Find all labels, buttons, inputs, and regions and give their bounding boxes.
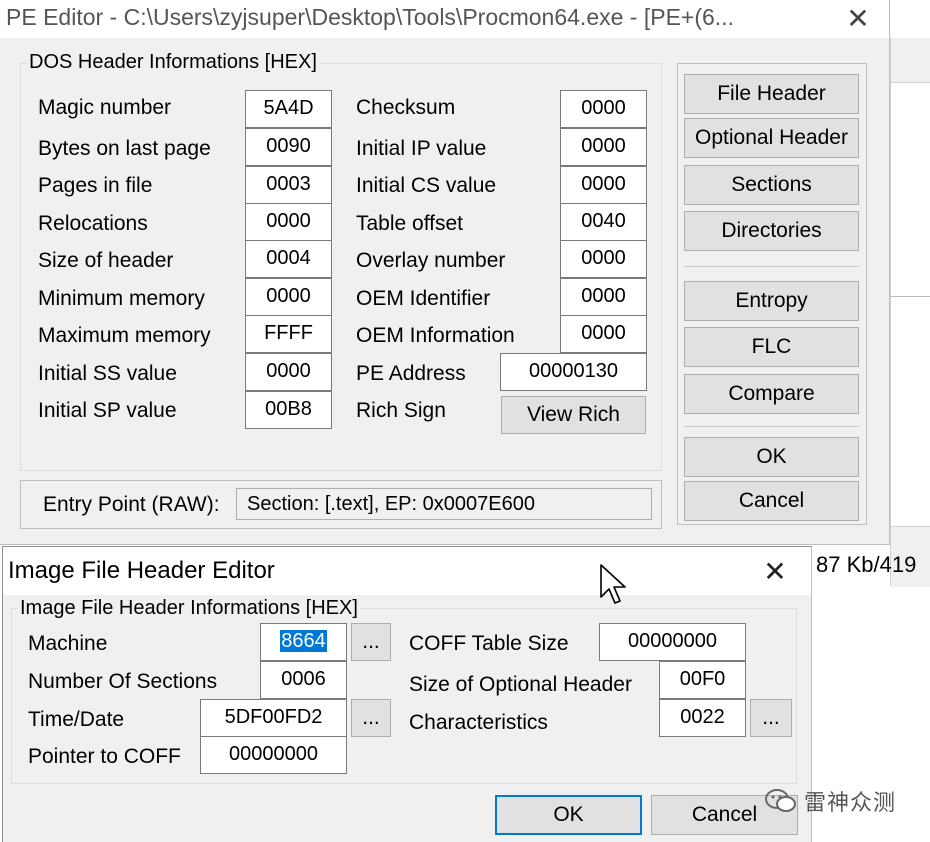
maximum-memory-field[interactable]: FFFF (245, 315, 332, 353)
ifh-ok-button[interactable]: OK (495, 795, 642, 835)
field-label: Initial IP value (356, 137, 487, 160)
field-label: PE Address (356, 362, 466, 385)
dos-header-group-title: DOS Header Informations [HEX] (27, 51, 319, 74)
file-header-button[interactable]: File Header (684, 74, 859, 114)
characteristics-field[interactable]: 0022 (659, 699, 746, 737)
image-file-header-window: Image File Header Editor ✕ Image File He… (2, 546, 812, 842)
pe-editor-title-bar: PE Editor - C:\Users\zyjsuper\Desktop\To… (0, 0, 889, 38)
num-sections-label: Number Of Sections (28, 670, 218, 693)
view-rich-button[interactable]: View Rich (501, 396, 646, 434)
field-label: Initial SP value (38, 399, 177, 422)
field-label: Table offset (356, 212, 464, 235)
ifh-group-title: Image File Header Informations [HEX] (18, 597, 360, 620)
coff-table-size-label: COFF Table Size (409, 632, 569, 655)
watermark: 雷神众测 (764, 786, 896, 816)
field-label: Magic number (38, 96, 172, 119)
optional-header-button[interactable]: Optional Header (684, 118, 859, 158)
initial-sp-field[interactable]: 00B8 (245, 391, 332, 429)
oem-identifier-field[interactable]: 0000 (560, 278, 647, 316)
field-label: Initial CS value (356, 174, 497, 197)
magic-number-field[interactable]: 5A4D (245, 90, 332, 128)
pe-editor-title: PE Editor - C:\Users\zyjsuper\Desktop\To… (6, 4, 734, 30)
compare-button[interactable]: Compare (684, 374, 859, 414)
characteristics-ellipsis-button[interactable]: ... (750, 699, 792, 737)
background-status-text: 87 Kb/419 (816, 552, 917, 577)
divider (684, 266, 859, 267)
time-date-field[interactable]: 5DF00FD2 (200, 699, 347, 737)
sections-button[interactable]: Sections (684, 165, 859, 205)
field-label: Size of header (38, 249, 174, 272)
field-label: Bytes on last page (38, 137, 211, 160)
flc-button[interactable]: FLC (684, 327, 859, 367)
field-label: Pages in file (38, 174, 153, 197)
machine-ellipsis-button[interactable]: ... (351, 623, 391, 661)
mouse-cursor-icon (600, 564, 626, 604)
watermark-text: 雷神众测 (804, 791, 897, 816)
field-label: Relocations (38, 212, 148, 235)
pointer-coff-field[interactable]: 00000000 (200, 736, 347, 774)
coff-table-size-field[interactable]: 00000000 (599, 623, 746, 661)
cancel-button[interactable]: Cancel (684, 481, 859, 521)
initial-ip-field[interactable]: 0000 (560, 128, 647, 166)
oem-information-field[interactable]: 0000 (560, 315, 647, 353)
entry-point-value[interactable]: Section: [.text], EP: 0x0007E600 (236, 488, 652, 520)
pe-address-field[interactable]: 00000130 (500, 353, 647, 391)
field-label: OEM Identifier (356, 287, 491, 310)
characteristics-label: Characteristics (409, 711, 548, 734)
size-of-header-field[interactable]: 0004 (245, 240, 332, 278)
close-icon[interactable]: ✕ (838, 4, 878, 34)
close-icon[interactable]: ✕ (755, 557, 795, 587)
pe-editor-window: PE Editor - C:\Users\zyjsuper\Desktop\To… (0, 0, 890, 545)
checksum-field[interactable]: 0000 (560, 90, 647, 128)
ifh-title: Image File Header Editor (8, 557, 275, 584)
field-label: Overlay number (356, 249, 506, 272)
initial-ss-field[interactable]: 0000 (245, 353, 332, 391)
pages-in-file-field[interactable]: 0003 (245, 166, 332, 204)
ifh-title-bar: Image File Header Editor ✕ (3, 547, 811, 604)
entropy-button[interactable]: Entropy (684, 281, 859, 321)
entry-point-label: Entry Point (RAW): (43, 493, 220, 516)
bytes-last-page-field[interactable]: 0090 (245, 128, 332, 166)
time-date-ellipsis-button[interactable]: ... (351, 699, 391, 737)
directories-button[interactable]: Directories (684, 211, 859, 251)
background-window (890, 38, 930, 587)
relocations-field[interactable]: 0000 (245, 203, 332, 241)
num-sections-field[interactable]: 0006 (260, 661, 347, 699)
field-label: Minimum memory (38, 287, 205, 310)
size-optional-header-field[interactable]: 00F0 (659, 661, 746, 699)
time-date-label: Time/Date (28, 708, 125, 731)
field-label: Checksum (356, 96, 456, 119)
initial-cs-field[interactable]: 0000 (560, 166, 647, 204)
field-label: OEM Information (356, 324, 515, 347)
ok-button[interactable]: OK (684, 437, 859, 477)
field-label: Maximum memory (38, 324, 211, 347)
overlay-number-field[interactable]: 0000 (560, 240, 647, 278)
machine-label: Machine (28, 632, 108, 655)
machine-field[interactable]: 8664 (260, 623, 347, 661)
size-optional-header-label: Size of Optional Header (409, 673, 632, 696)
wechat-icon (765, 789, 796, 812)
field-label: Rich Sign (356, 399, 446, 422)
field-label: Initial SS value (38, 362, 177, 385)
divider (684, 426, 859, 427)
machine-value-selected: 8664 (280, 630, 327, 652)
minimum-memory-field[interactable]: 0000 (245, 278, 332, 316)
pointer-coff-label: Pointer to COFF (28, 745, 181, 768)
table-offset-field[interactable]: 0040 (560, 203, 647, 241)
